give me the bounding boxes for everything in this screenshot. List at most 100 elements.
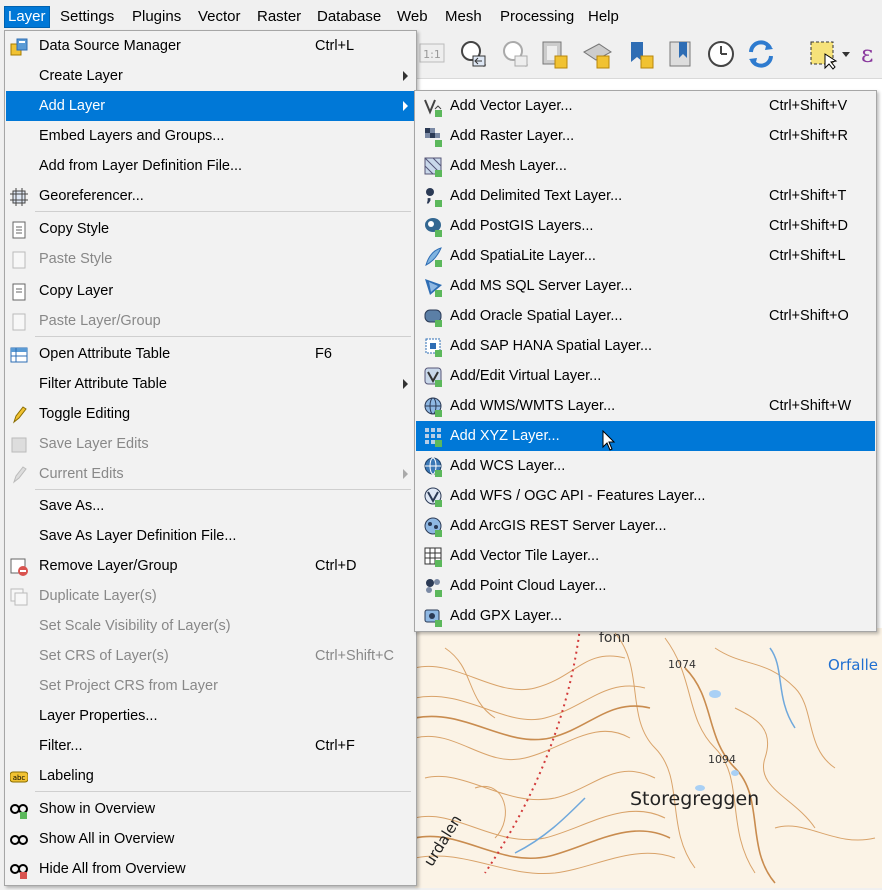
temporal-controller-icon[interactable]: [705, 38, 737, 70]
menu-item-copy-style[interactable]: Copy Style: [6, 214, 415, 244]
menu-item-show-all-in-overview[interactable]: Show All in Overview: [6, 824, 415, 854]
current-edits-icon: [10, 465, 28, 484]
menu-item-add-gpx[interactable]: Add GPX Layer...: [416, 601, 875, 631]
menu-item-add-oracle[interactable]: Add Oracle Spatial Layer... Ctrl+Shift+O: [416, 301, 875, 331]
menu-item-paste-style[interactable]: Paste Style: [6, 244, 415, 274]
menu-item-label: Add SAP HANA Spatial Layer...: [450, 338, 653, 354]
raster-layer-icon: [424, 127, 442, 147]
menu-mesh[interactable]: Mesh: [442, 7, 485, 27]
wfs-icon: [424, 487, 442, 507]
menu-processing[interactable]: Processing: [497, 7, 577, 27]
menu-item-show-in-overview[interactable]: Show in Overview: [6, 794, 415, 824]
menu-vector[interactable]: Vector: [195, 7, 244, 27]
zoom-last-icon[interactable]: [457, 38, 489, 70]
show-bookmarks-icon[interactable]: [581, 38, 613, 70]
hana-icon: [424, 337, 442, 357]
menu-item-add-spatialite[interactable]: Add SpatiaLite Layer... Ctrl+Shift+L: [416, 241, 875, 271]
menu-item-save-as-definition[interactable]: Save As Layer Definition File...: [6, 521, 415, 551]
menu-item-labeling[interactable]: abc Labeling: [6, 761, 415, 791]
menu-item-hide-all-from-overview[interactable]: Hide All from Overview: [6, 854, 415, 884]
menu-item-georeferencer[interactable]: Georeferencer...: [6, 181, 415, 211]
submenu-arrow-icon: [403, 71, 408, 81]
menu-item-duplicate-layer[interactable]: Duplicate Layer(s): [6, 581, 415, 611]
menu-item-add-point-cloud[interactable]: Add Point Cloud Layer...: [416, 571, 875, 601]
menu-item-save-as[interactable]: Save As...: [6, 491, 415, 521]
menu-web[interactable]: Web: [394, 7, 431, 27]
menu-item-save-layer-edits[interactable]: Save Layer Edits: [6, 429, 415, 459]
refresh-icon[interactable]: [745, 38, 777, 70]
menu-item-add-arcgis-rest[interactable]: Add ArcGIS REST Server Layer...: [416, 511, 875, 541]
menu-item-label: Current Edits: [39, 466, 124, 482]
zoom-native-icon[interactable]: 1:1: [417, 38, 449, 70]
menu-item-label: Filter...: [39, 738, 83, 754]
menu-item-filter-attribute-table[interactable]: Filter Attribute Table: [6, 369, 415, 399]
menu-database[interactable]: Database: [314, 7, 384, 27]
arcgis-icon: [424, 517, 442, 537]
menu-item-current-edits[interactable]: Current Edits: [6, 459, 415, 489]
menu-layer[interactable]: Layer: [4, 6, 50, 28]
menu-plugins[interactable]: Plugins: [129, 7, 184, 27]
submenu-arrow-icon: [403, 469, 408, 479]
select-features-icon[interactable]: [807, 38, 839, 70]
menu-item-add-wcs[interactable]: Add WCS Layer...: [416, 451, 875, 481]
map-label-elevation-1074: 1074: [668, 658, 696, 671]
menu-item-add-mssql[interactable]: Add MS SQL Server Layer...: [416, 271, 875, 301]
menu-item-set-project-crs[interactable]: Set Project CRS from Layer: [6, 671, 415, 701]
menu-item-add-vector-tile[interactable]: Add Vector Tile Layer...: [416, 541, 875, 571]
menu-item-add-sap-hana[interactable]: Add SAP HANA Spatial Layer...: [416, 331, 875, 361]
menu-item-label: Add XYZ Layer...: [450, 428, 560, 444]
menu-item-label: Set CRS of Layer(s): [39, 648, 169, 664]
menu-item-add-virtual-layer[interactable]: Add/Edit Virtual Layer...: [416, 361, 875, 391]
labeling-icon: abc: [9, 767, 29, 785]
menu-item-paste-layer[interactable]: Paste Layer/Group: [6, 306, 415, 336]
menu-item-label: Set Scale Visibility of Layer(s): [39, 618, 231, 634]
menu-item-label: Add Point Cloud Layer...: [450, 578, 607, 594]
menu-item-layer-properties[interactable]: Layer Properties...: [6, 701, 415, 731]
menu-item-add-wfs[interactable]: Add WFS / OGC API - Features Layer...: [416, 481, 875, 511]
menu-raster[interactable]: Raster: [254, 7, 304, 27]
menu-settings[interactable]: Settings: [57, 7, 117, 27]
menu-item-label: Toggle Editing: [39, 406, 131, 422]
menu-item-set-crs[interactable]: Set CRS of Layer(s) Ctrl+Shift+C: [6, 641, 415, 671]
zoom-next-icon[interactable]: [499, 38, 531, 70]
georeferencer-icon: [10, 187, 28, 206]
menu-item-add-mesh-layer[interactable]: Add Mesh Layer...: [416, 151, 875, 181]
menu-item-label: Filter Attribute Table: [39, 376, 167, 392]
menu-item-add-postgis[interactable]: Add PostGIS Layers... Ctrl+Shift+D: [416, 211, 875, 241]
menu-item-embed-layers[interactable]: Embed Layers and Groups...: [6, 121, 415, 151]
menu-item-label: Add Raster Layer...: [450, 128, 575, 144]
menu-item-toggle-editing[interactable]: Toggle Editing: [6, 399, 415, 429]
new-bookmark-icon[interactable]: [539, 38, 571, 70]
spatialite-icon: [424, 247, 442, 267]
menu-item-label: Show All in Overview: [39, 831, 175, 847]
menu-item-shortcut: Ctrl+Shift+T: [769, 188, 847, 204]
bookmarks-panel-icon[interactable]: [665, 38, 697, 70]
expression-icon[interactable]: ε: [859, 38, 882, 70]
menu-item-add-layer[interactable]: Add Layer: [6, 91, 415, 121]
menu-item-add-wms-wmts[interactable]: Add WMS/WMTS Layer... Ctrl+Shift+W: [416, 391, 875, 421]
show-all-overview-icon: [10, 830, 28, 848]
menu-item-label: Add WMS/WMTS Layer...: [450, 398, 616, 414]
menu-item-add-xyz-layer[interactable]: Add XYZ Layer...: [416, 421, 875, 451]
menu-item-remove-layer[interactable]: Remove Layer/Group Ctrl+D: [6, 551, 415, 581]
new-spatial-bookmark-icon[interactable]: [625, 38, 657, 70]
menu-item-filter[interactable]: Filter... Ctrl+F: [6, 731, 415, 761]
menu-item-data-source-manager[interactable]: Data Source Manager Ctrl+L: [6, 31, 415, 61]
map-canvas[interactable]: fonn 1074 Orfalle 1094 Storegreggen urda…: [415, 628, 882, 888]
menu-item-add-delimited-text[interactable]: , Add Delimited Text Layer... Ctrl+Shift…: [416, 181, 875, 211]
menu-item-label: Hide All from Overview: [39, 861, 186, 877]
postgis-icon: [424, 217, 442, 237]
menu-item-add-from-definition[interactable]: Add from Layer Definition File...: [6, 151, 415, 181]
menu-item-label: Add Vector Layer...: [450, 98, 573, 114]
menu-item-add-vector-layer[interactable]: Add Vector Layer... Ctrl+Shift+V: [416, 91, 875, 121]
map-label-fonn: fonn: [599, 630, 631, 646]
menu-item-open-attribute-table[interactable]: Open Attribute Table F6: [6, 339, 415, 369]
menu-item-add-raster-layer[interactable]: Add Raster Layer... Ctrl+Shift+R: [416, 121, 875, 151]
menu-help[interactable]: Help: [585, 7, 622, 27]
menu-item-label: Add WCS Layer...: [450, 458, 566, 474]
menu-item-create-layer[interactable]: Create Layer: [6, 61, 415, 91]
menu-item-set-scale-visibility[interactable]: Set Scale Visibility of Layer(s): [6, 611, 415, 641]
menu-item-copy-layer[interactable]: Copy Layer: [6, 276, 415, 306]
dropdown-icon[interactable]: [839, 38, 853, 70]
svg-text:abc: abc: [13, 774, 26, 782]
